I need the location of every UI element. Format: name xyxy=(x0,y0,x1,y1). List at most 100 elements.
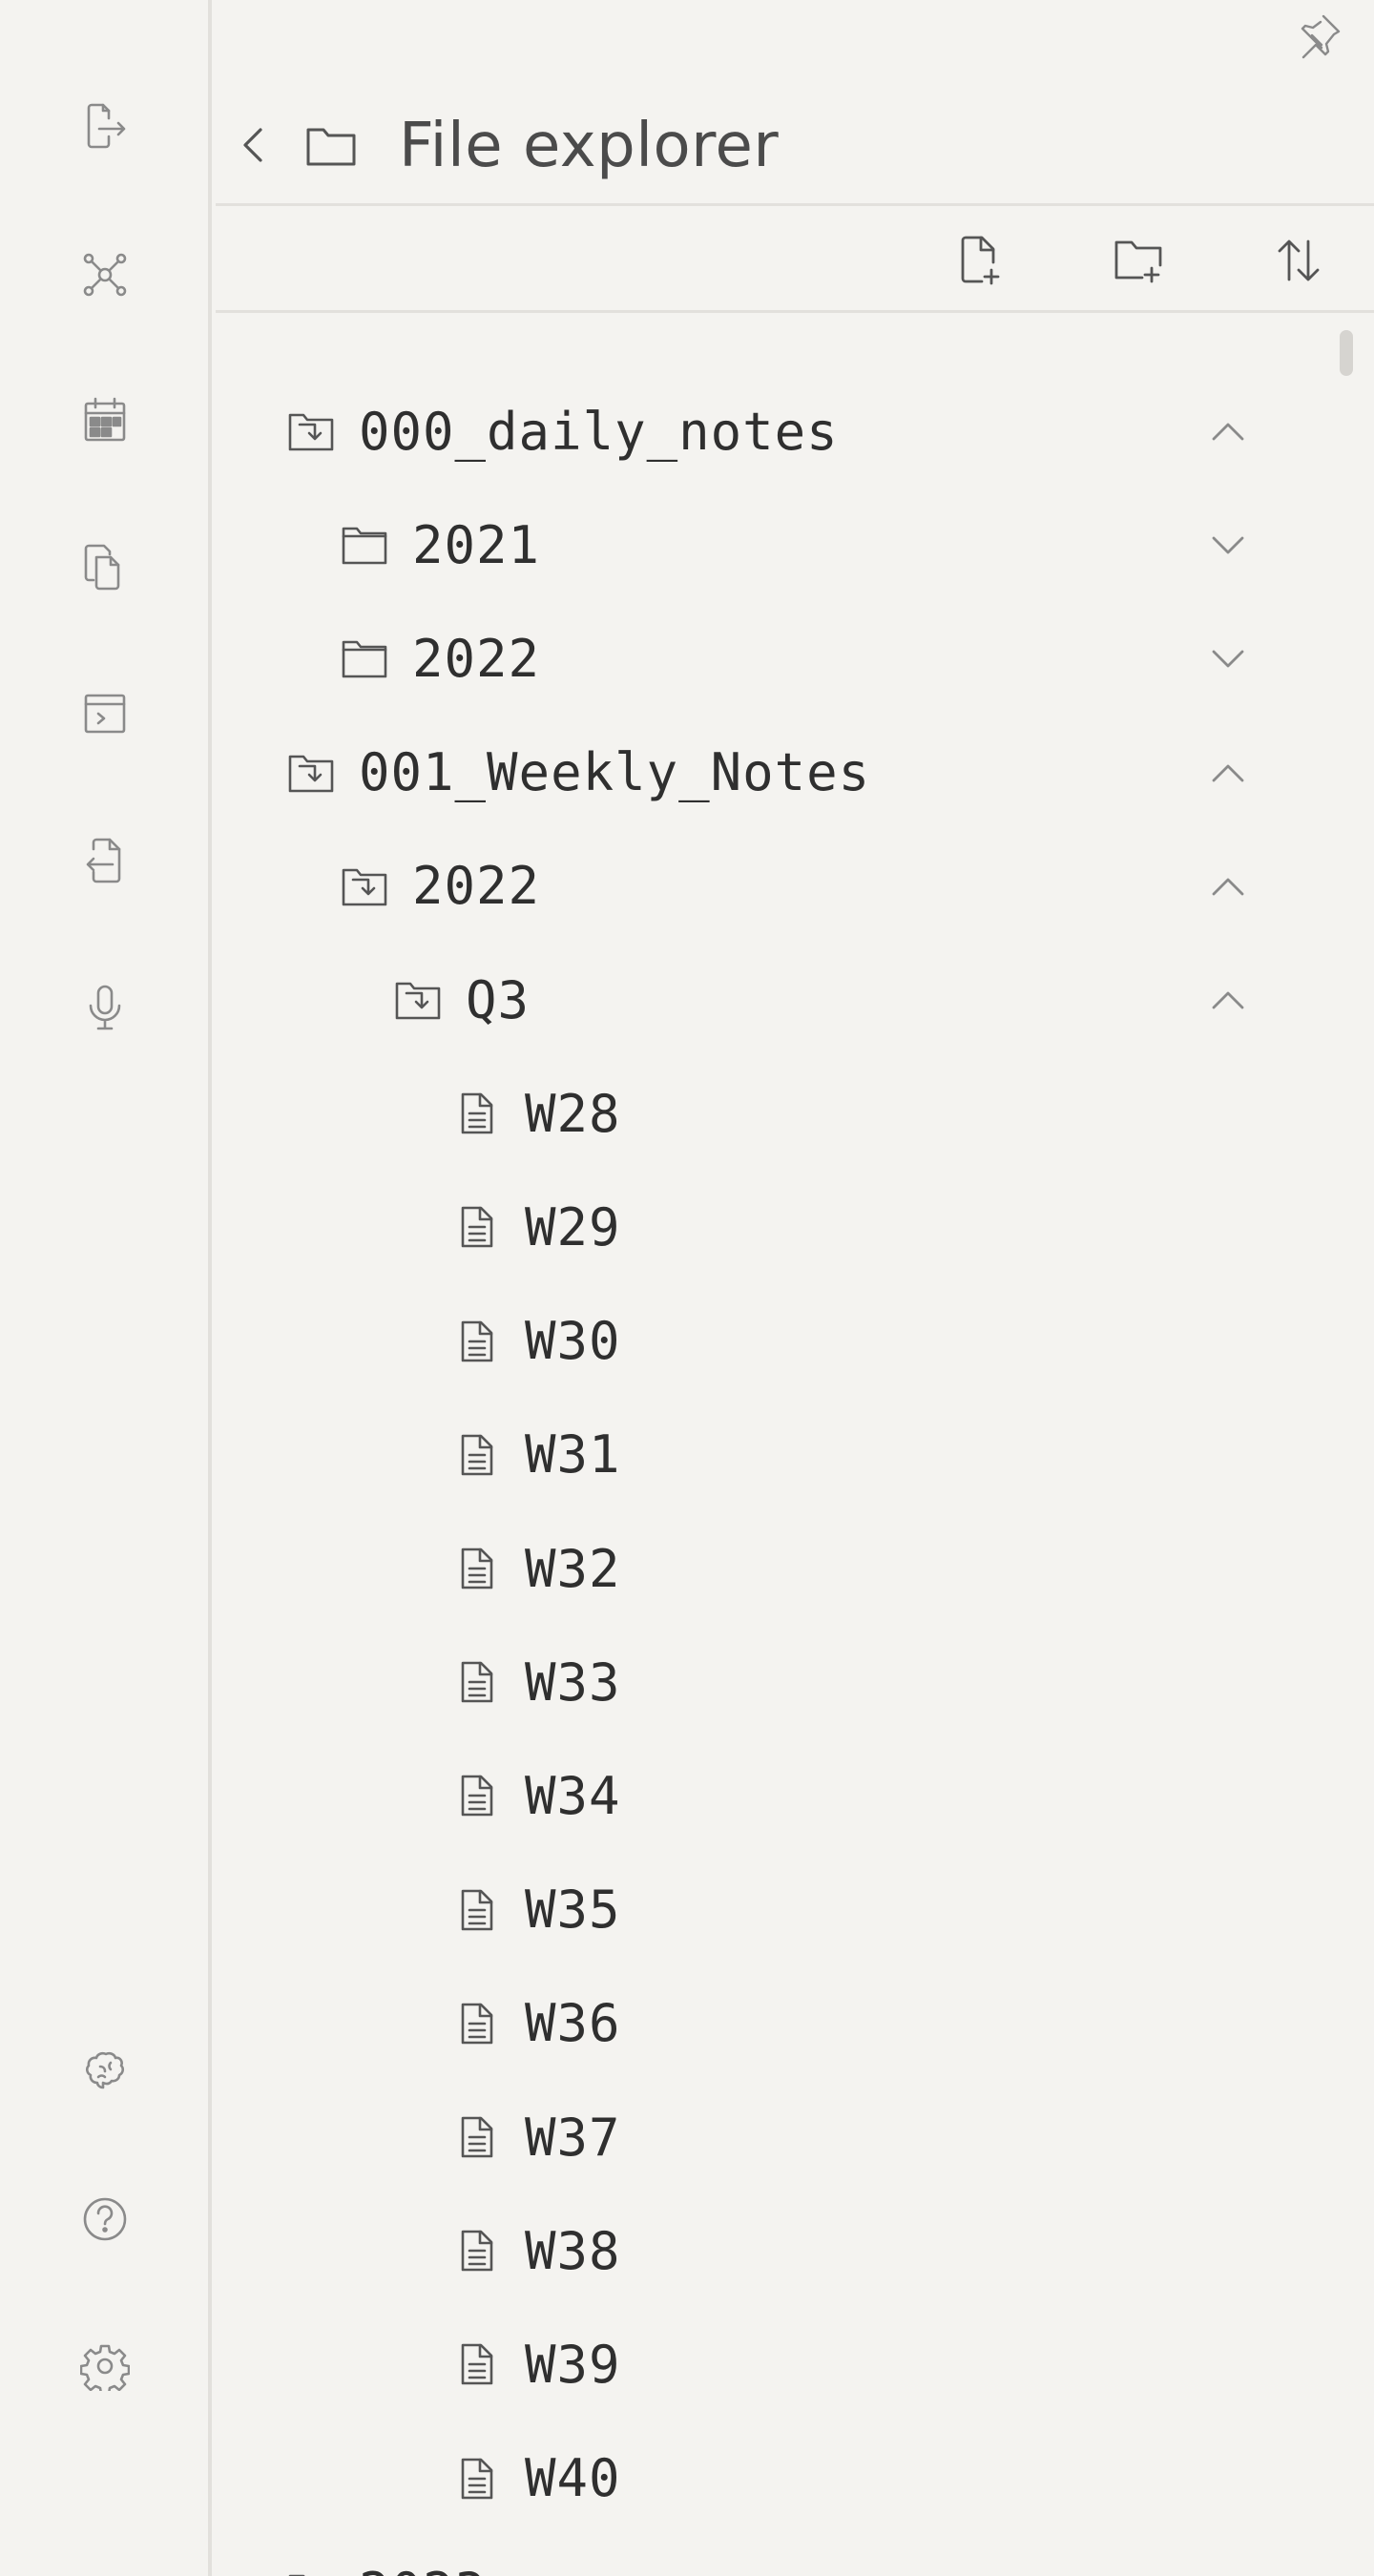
folder-icon xyxy=(306,128,356,166)
back-button[interactable] xyxy=(231,116,279,174)
chevron-down-icon[interactable] xyxy=(1204,521,1252,569)
tree-file-item[interactable]: W28 xyxy=(448,1066,621,1161)
tree-file-item[interactable]: W36 xyxy=(448,1976,621,2071)
tree-file-item[interactable]: W31 xyxy=(448,1407,621,1503)
tree-item-label: W40 xyxy=(525,2448,621,2509)
app-window: File explorer 000_daily_notes 2021 2022 001… xyxy=(0,0,1374,2576)
tree-item-label: 2021 xyxy=(412,514,541,575)
chevron-up-icon[interactable] xyxy=(1204,407,1252,455)
folder-icon xyxy=(336,516,393,573)
tree-folder-item[interactable]: 2022 xyxy=(336,611,540,706)
file-icon xyxy=(448,1426,506,1484)
new-folder-icon xyxy=(1114,240,1162,283)
tree-folder-item[interactable]: 2023 xyxy=(282,2545,487,2576)
file-icon xyxy=(448,1198,506,1256)
copy-files-icon xyxy=(84,544,120,591)
folder-open-icon xyxy=(282,403,340,460)
pin-icon xyxy=(1301,14,1341,59)
tree-item-label: 2022 xyxy=(412,856,541,917)
tree-item-label: W31 xyxy=(525,1424,621,1485)
tree-item-label: W28 xyxy=(525,1083,621,1144)
tree-file-item[interactable]: W37 xyxy=(448,2089,621,2185)
import-file-icon xyxy=(86,838,121,883)
tree-item-label: W29 xyxy=(525,1196,621,1257)
ribbon-settings-button[interactable] xyxy=(67,2328,143,2404)
file-explorer-toolbar xyxy=(216,206,1374,313)
ribbon-calendar-button[interactable] xyxy=(67,382,143,458)
new-folder-button[interactable] xyxy=(1105,227,1172,294)
tree-file-item[interactable]: W38 xyxy=(448,2203,621,2298)
file-icon xyxy=(448,1313,506,1370)
ribbon-voice-record-button[interactable] xyxy=(67,969,143,1046)
new-note-icon xyxy=(961,236,1000,285)
graph-view-icon xyxy=(83,253,127,297)
microphone-icon xyxy=(89,985,121,1030)
chevron-down-icon[interactable] xyxy=(1204,634,1252,682)
file-icon xyxy=(448,1767,506,1824)
file-icon xyxy=(448,1881,506,1939)
tree-item-label: 2022 xyxy=(412,628,541,689)
ribbon-open-note-button[interactable] xyxy=(67,88,143,164)
tree-item-label: W33 xyxy=(525,1652,621,1713)
tree-item-label: W36 xyxy=(525,1993,621,2054)
tree-item-label: 001_Weekly_Notes xyxy=(359,742,871,803)
folder-open-icon xyxy=(389,971,447,1028)
open-note-arrow-icon xyxy=(87,103,126,149)
tree-folder-item[interactable]: 2021 xyxy=(336,497,540,592)
file-icon xyxy=(448,2450,506,2507)
folder-icon xyxy=(336,630,393,687)
file-icon xyxy=(448,2109,506,2166)
brain-icon xyxy=(85,2051,125,2089)
chevron-up-icon[interactable] xyxy=(1204,862,1252,910)
tree-item-label: 000_daily_notes xyxy=(359,401,839,462)
ribbon-sidebar xyxy=(0,0,212,2576)
tree-folder-item[interactable]: 000_daily_notes xyxy=(282,384,839,479)
tree-folder-item[interactable]: 001_Weekly_Notes xyxy=(282,725,870,821)
file-icon xyxy=(448,1995,506,2052)
settings-gear-icon xyxy=(80,2344,130,2391)
tree-scrollbar[interactable] xyxy=(1340,330,1353,376)
tree-folder-item[interactable]: Q3 xyxy=(389,952,530,1048)
pin-button[interactable] xyxy=(1290,8,1347,65)
tree-item-label: W32 xyxy=(525,1538,621,1599)
tree-item-label: W34 xyxy=(525,1765,621,1826)
sort-icon xyxy=(1278,239,1320,281)
tree-file-item[interactable]: W33 xyxy=(448,1634,621,1730)
help-icon xyxy=(83,2197,127,2241)
terminal-window-icon xyxy=(84,694,126,734)
chevron-up-icon[interactable] xyxy=(1204,749,1252,797)
tree-item-label: W30 xyxy=(525,1311,621,1372)
tree-file-item[interactable]: W34 xyxy=(448,1748,621,1843)
ribbon-terminal-button[interactable] xyxy=(67,675,143,752)
file-icon xyxy=(448,1653,506,1711)
header-folder-icon-wrap xyxy=(302,116,361,176)
tree-item-label: W37 xyxy=(525,2107,621,2168)
chevron-left-icon xyxy=(243,128,262,162)
ribbon-copy-files-button[interactable] xyxy=(67,529,143,605)
chevron-up-icon[interactable] xyxy=(1204,976,1252,1024)
folder-icon xyxy=(282,2564,340,2576)
tree-item-label: W35 xyxy=(525,1880,621,1941)
tree-file-item[interactable]: W39 xyxy=(448,2316,621,2412)
ribbon-help-button[interactable] xyxy=(67,2181,143,2257)
ribbon-graph-view-button[interactable] xyxy=(67,237,143,313)
tree-folder-item[interactable]: 2022 xyxy=(336,839,540,934)
tree-item-label: W39 xyxy=(525,2334,621,2395)
file-icon xyxy=(448,1085,506,1142)
panel-title: File explorer xyxy=(399,111,780,181)
tree-file-item[interactable]: W40 xyxy=(448,2431,621,2526)
tree-item-label: Q3 xyxy=(466,969,531,1030)
ribbon-import-file-button[interactable] xyxy=(67,822,143,899)
panel-header: File explorer xyxy=(216,90,1374,206)
tree-file-item[interactable]: W29 xyxy=(448,1179,621,1275)
folder-open-icon xyxy=(282,744,340,801)
file-icon xyxy=(448,1540,506,1597)
tree-file-item[interactable]: W35 xyxy=(448,1862,621,1958)
tree-file-item[interactable]: W32 xyxy=(448,1521,621,1616)
new-note-button[interactable] xyxy=(947,227,1013,294)
tree-item-label: 2023 xyxy=(359,2562,487,2576)
ribbon-brain-button[interactable] xyxy=(67,2032,143,2109)
sort-button[interactable] xyxy=(1265,227,1332,294)
tree-file-item[interactable]: W30 xyxy=(448,1294,621,1389)
tree-item-label: W38 xyxy=(525,2220,621,2281)
